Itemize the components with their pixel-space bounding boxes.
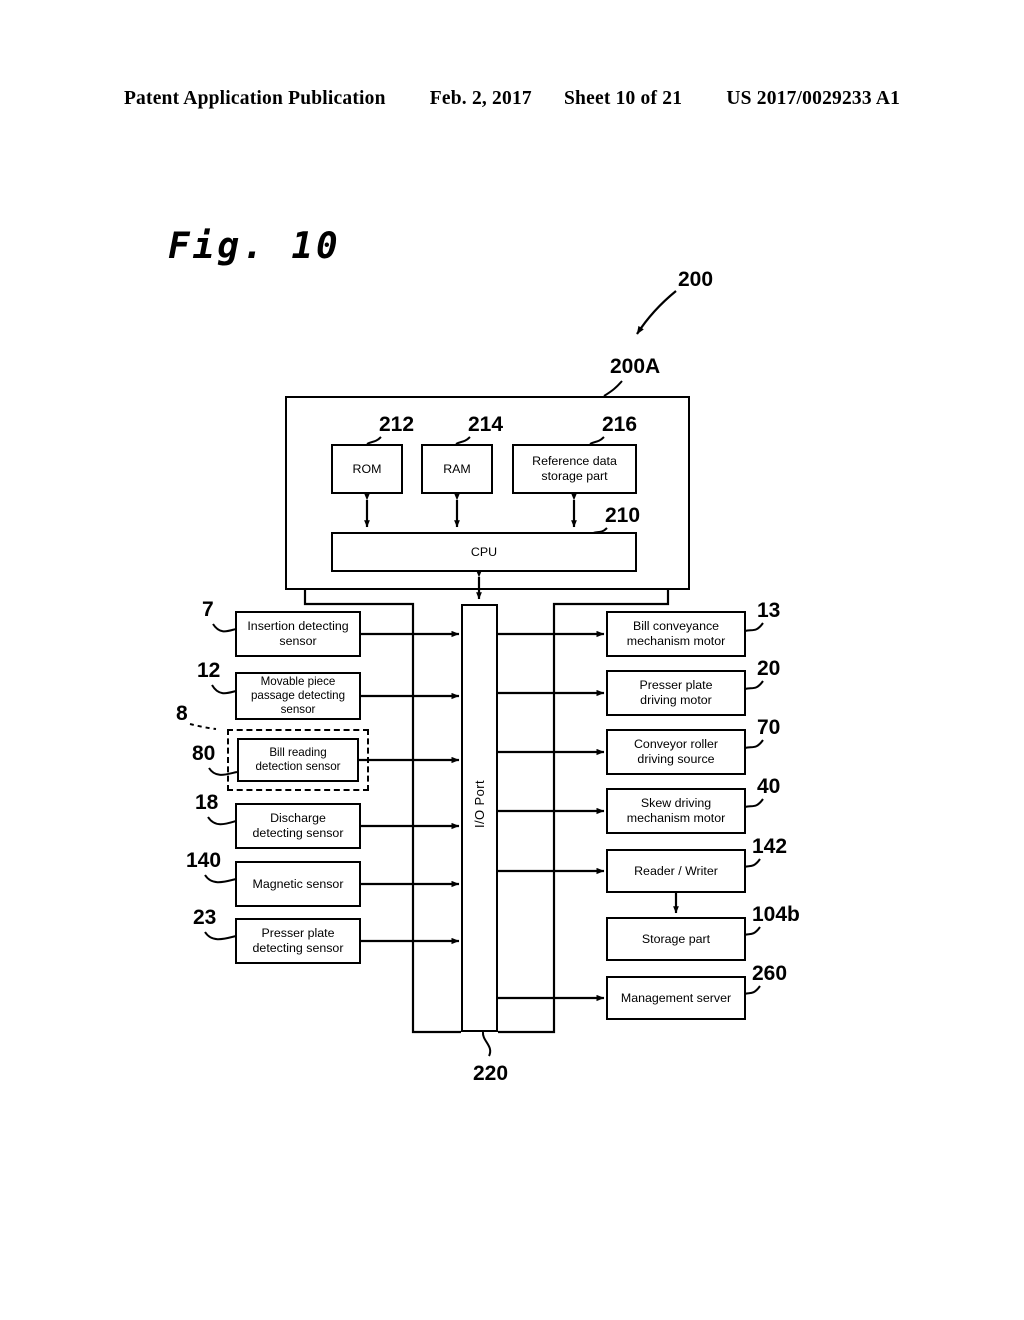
output-box-bill-conveyance-mechanism-motor: Bill conveyance mechanism motor — [606, 611, 746, 657]
ref-200A: 200A — [610, 355, 661, 378]
output-box-storage-part: Storage part — [606, 917, 746, 961]
ref-140: 140 — [186, 849, 222, 872]
rom-box: ROM — [331, 444, 403, 494]
ref-216: 216 — [602, 413, 638, 436]
ref-200: 200 — [678, 268, 714, 291]
ref-8: 8 — [176, 702, 188, 725]
input-label-3: Discharge detecting sensor — [252, 811, 344, 840]
diagram-connectors — [189, 290, 764, 1057]
header-publication: Patent Application Publication — [123, 88, 386, 109]
io-port-label: I/O Port — [472, 780, 487, 828]
ref-210: 210 — [605, 504, 641, 527]
output-box-conveyor-roller-driving-source: Conveyor roller driving source — [606, 729, 746, 775]
input-label-4: Magnetic sensor — [252, 876, 344, 891]
ref-212: 212 — [379, 413, 415, 436]
input-box-discharge-detecting-sensor: Discharge detecting sensor — [235, 803, 361, 849]
input-box-insertion-detecting-sensor: Insertion detecting sensor — [235, 611, 361, 657]
header-patent-number: US 2017/0029233 A1 — [726, 88, 901, 109]
output-label-0: Bill conveyance mechanism motor — [626, 619, 726, 648]
ref-18: 18 — [195, 791, 219, 814]
input-label-2: Bill reading detection sensor — [255, 746, 341, 773]
output-label-1: Presser plate driving motor — [639, 678, 713, 707]
reference-data-storage-box: Reference data storage part — [512, 444, 637, 494]
output-label-4: Reader / Writer — [634, 863, 718, 878]
ref-20: 20 — [757, 657, 781, 680]
input-box-presser-plate-detecting-sensor: Presser plate detecting sensor — [235, 918, 361, 964]
reference-data-storage-label: Reference data storage part — [532, 454, 617, 483]
ref-23: 23 — [193, 906, 217, 929]
ram-box: RAM — [421, 444, 493, 494]
input-label-0: Insertion detecting sensor — [247, 619, 349, 648]
output-label-5: Storage part — [641, 931, 711, 946]
ref-142: 142 — [752, 835, 788, 858]
publication-header: Patent Application Publication Feb. 2, 2… — [0, 88, 1024, 110]
input-box-magnetic-sensor: Magnetic sensor — [235, 861, 361, 907]
output-label-6: Management server — [620, 990, 732, 1005]
input-box-bill-reading-detection-sensor: Bill reading detection sensor — [237, 738, 359, 782]
output-label-3: Skew driving mechanism motor — [626, 796, 726, 825]
cpu-label: CPU — [470, 544, 498, 559]
ref-70: 70 — [757, 716, 781, 739]
ref-104b: 104b — [752, 903, 800, 926]
cpu-box: CPU — [331, 532, 637, 572]
ref-220: 220 — [473, 1062, 509, 1085]
ref-12: 12 — [197, 659, 221, 682]
ref-214: 214 — [468, 413, 504, 436]
input-box-movable-piece-passage-detecting-sensor: Movable piece passage detecting sensor — [235, 672, 361, 720]
rom-label: ROM — [352, 461, 382, 476]
output-box-skew-driving-mechanism-motor: Skew driving mechanism motor — [606, 788, 746, 834]
output-box-presser-plate-driving-motor: Presser plate driving motor — [606, 670, 746, 716]
input-label-1: Movable piece passage detecting sensor — [250, 675, 346, 716]
output-box-management-server: Management server — [606, 976, 746, 1020]
ram-label: RAM — [443, 461, 471, 476]
ref-13: 13 — [757, 599, 781, 622]
output-box-reader-writer: Reader / Writer — [606, 849, 746, 893]
figure-title: Fig. 10 — [168, 226, 341, 267]
ref-260: 260 — [752, 962, 788, 985]
ref-7: 7 — [202, 598, 214, 621]
header-date: Feb. 2, 2017 — [429, 88, 532, 109]
header-sheet: Sheet 10 of 21 — [564, 88, 683, 109]
input-label-5: Presser plate detecting sensor — [252, 926, 344, 955]
output-label-2: Conveyor roller driving source — [633, 737, 718, 766]
ref-80: 80 — [192, 742, 216, 765]
ref-40: 40 — [757, 775, 781, 798]
